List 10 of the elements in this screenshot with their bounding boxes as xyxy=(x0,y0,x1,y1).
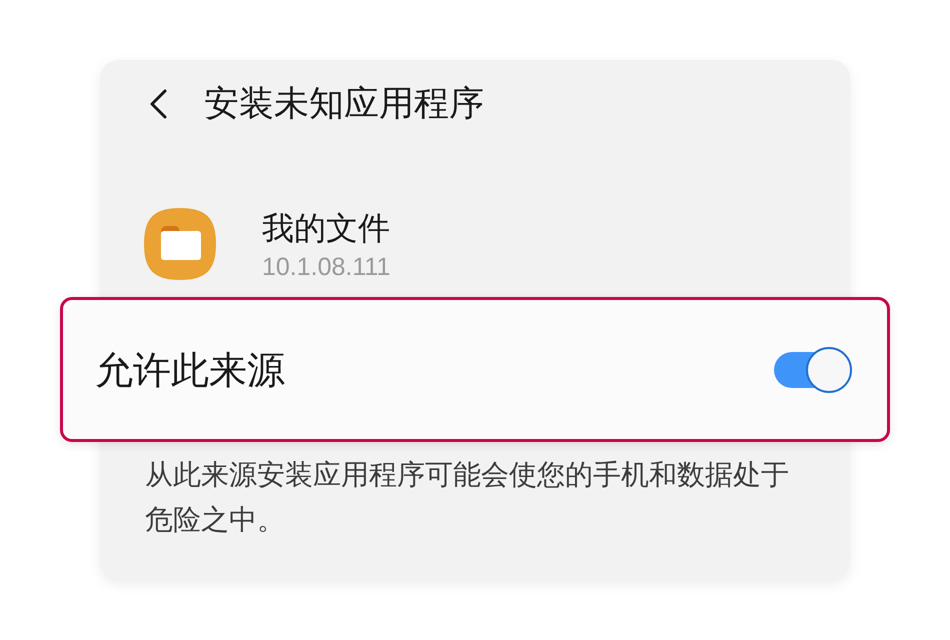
page-title: 安装未知应用程序 xyxy=(204,83,484,126)
setting-row[interactable]: 允许此来源 xyxy=(60,297,890,442)
app-name: 我的文件 xyxy=(262,208,390,248)
toggle-switch[interactable] xyxy=(774,346,852,392)
app-version: 10.1.08.111 xyxy=(262,252,390,282)
folder-app-icon xyxy=(144,208,216,280)
warning-text: 从此来源安装应用程序可能会使您的手机和数据处于危险之中。 xyxy=(144,457,790,538)
setting-label: 允许此来源 xyxy=(95,346,285,394)
back-button[interactable] xyxy=(148,89,168,119)
back-icon xyxy=(148,89,168,119)
